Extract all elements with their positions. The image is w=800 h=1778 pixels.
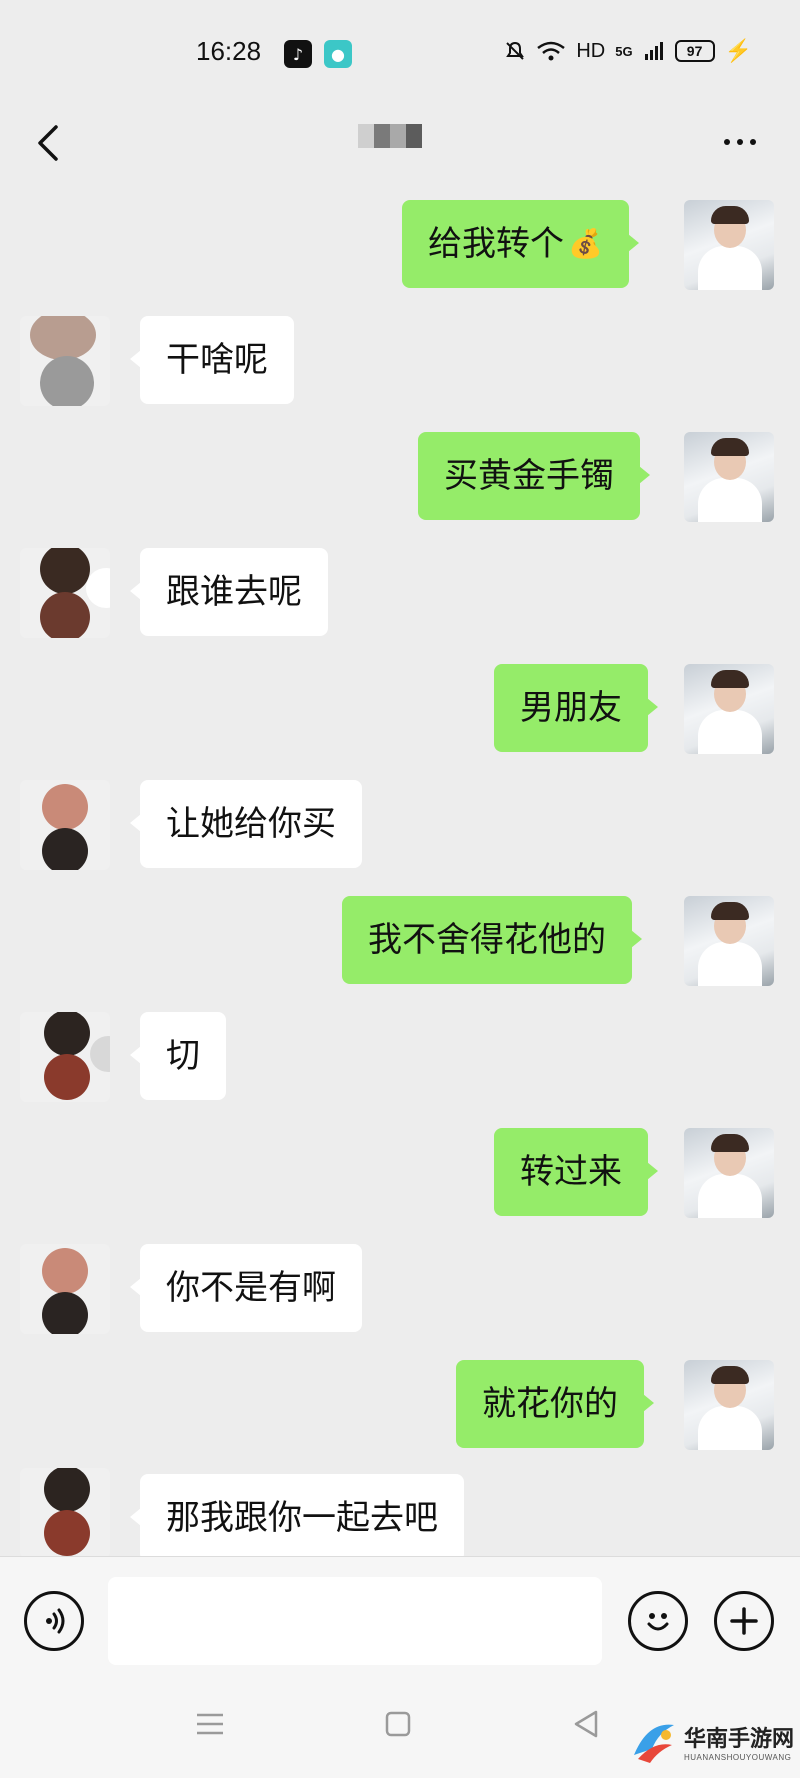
more-dot bbox=[724, 139, 730, 145]
voice-icon bbox=[46, 1608, 65, 1634]
status-bar: 16:28 ♪ ● HD 5G 97 ⚡ bbox=[0, 0, 800, 100]
status-indicators: HD 5G 97 ⚡ bbox=[504, 38, 752, 64]
message-text: 让她给你买 bbox=[166, 804, 336, 844]
message-input[interactable] bbox=[108, 1577, 602, 1665]
contact-avatar-censored[interactable] bbox=[20, 1012, 110, 1102]
message-text: 买黄金手镯 bbox=[444, 456, 614, 496]
voice-button[interactable] bbox=[24, 1591, 84, 1651]
signal-bars-icon bbox=[644, 42, 663, 60]
received-message-bubble[interactable]: 你不是有啊 bbox=[130, 1244, 362, 1332]
tiktok-icon: ♪ bbox=[284, 40, 312, 68]
more-dot bbox=[750, 139, 756, 145]
my-avatar[interactable] bbox=[684, 1128, 774, 1218]
sent-message-bubble[interactable]: 转过来 bbox=[494, 1128, 658, 1216]
signal-label: 5G bbox=[615, 43, 633, 59]
more-dot bbox=[737, 139, 743, 145]
chat-title-censored bbox=[358, 124, 422, 148]
more-button[interactable] bbox=[710, 122, 770, 162]
wifi-icon bbox=[537, 41, 566, 61]
sent-message-bubble[interactable]: 我不舍得花他的 bbox=[342, 896, 642, 984]
message-text: 切 bbox=[166, 1036, 200, 1076]
received-message-bubble[interactable]: 让她给你买 bbox=[130, 780, 362, 868]
chevron-left-icon bbox=[38, 125, 58, 161]
sent-message-bubble[interactable]: 买黄金手镯 bbox=[418, 432, 650, 520]
received-message-bubble[interactable]: 切 bbox=[130, 1012, 226, 1100]
contact-avatar-censored[interactable] bbox=[20, 1244, 110, 1334]
back-triangle-icon bbox=[574, 1710, 598, 1738]
charging-icon: ⚡ bbox=[724, 38, 752, 63]
watermark-text: 华南手游网 HUANANSHOUYOUWANG bbox=[684, 1721, 794, 1762]
home-square-icon bbox=[385, 1711, 411, 1737]
message-text: 转过来 bbox=[520, 1152, 622, 1192]
emoji-icon bbox=[647, 1613, 669, 1631]
plus-button[interactable] bbox=[714, 1591, 774, 1651]
menu-icon bbox=[197, 1713, 223, 1735]
contact-avatar-censored[interactable] bbox=[20, 780, 110, 870]
my-avatar[interactable] bbox=[684, 896, 774, 986]
status-time: 16:28 bbox=[196, 36, 262, 66]
my-avatar[interactable] bbox=[684, 1360, 774, 1450]
message-text: 跟谁去呢 bbox=[166, 572, 302, 612]
message-text: 那我跟你一起去吧 bbox=[166, 1498, 438, 1538]
my-avatar[interactable] bbox=[684, 664, 774, 754]
mute-bell-icon bbox=[506, 41, 525, 60]
emoji-button[interactable] bbox=[628, 1591, 688, 1651]
sent-message-bubble[interactable]: 就花你的 bbox=[456, 1360, 654, 1448]
contact-avatar-censored[interactable] bbox=[20, 548, 110, 638]
watermark-en: HUANANSHOUYOUWANG bbox=[684, 1752, 792, 1762]
home-button[interactable] bbox=[378, 1704, 418, 1744]
menu-button[interactable] bbox=[190, 1704, 230, 1744]
message-text: 就花你的 bbox=[482, 1384, 618, 1424]
contact-avatar-censored[interactable] bbox=[20, 1468, 110, 1558]
message-text: 干啥呢 bbox=[166, 340, 268, 380]
message-text: 你不是有啊 bbox=[166, 1268, 336, 1308]
watermark-logo-icon bbox=[628, 1715, 680, 1767]
my-avatar[interactable] bbox=[684, 432, 774, 522]
message-text: 给我转个 bbox=[428, 224, 564, 264]
received-message-bubble[interactable]: 那我跟你一起去吧 bbox=[130, 1474, 464, 1562]
received-message-bubble[interactable]: 干啥呢 bbox=[130, 316, 294, 404]
battery-icon: 97 bbox=[674, 40, 715, 62]
back-button[interactable] bbox=[24, 118, 74, 168]
message-text: 我不舍得花他的 bbox=[368, 920, 606, 960]
watermark-cn: 华南手游网 bbox=[684, 1726, 795, 1752]
watermark: 华南手游网 HUANANSHOUYOUWANG bbox=[628, 1708, 796, 1774]
message-text: 男朋友 bbox=[520, 688, 622, 728]
sent-message-bubble[interactable]: 给我转个 💰 bbox=[402, 200, 639, 288]
nav-back-button[interactable] bbox=[566, 1704, 606, 1744]
received-message-bubble[interactable]: 跟谁去呢 bbox=[130, 548, 328, 636]
app-notification-icon: ● bbox=[324, 40, 352, 68]
hd-label: HD bbox=[576, 39, 606, 62]
sent-message-bubble[interactable]: 男朋友 bbox=[494, 664, 658, 752]
input-bar bbox=[0, 1556, 800, 1668]
money-bag-icon: 💰 bbox=[568, 227, 603, 260]
my-avatar[interactable] bbox=[684, 200, 774, 290]
plus-icon bbox=[730, 1607, 758, 1635]
contact-avatar-censored[interactable] bbox=[20, 316, 110, 406]
